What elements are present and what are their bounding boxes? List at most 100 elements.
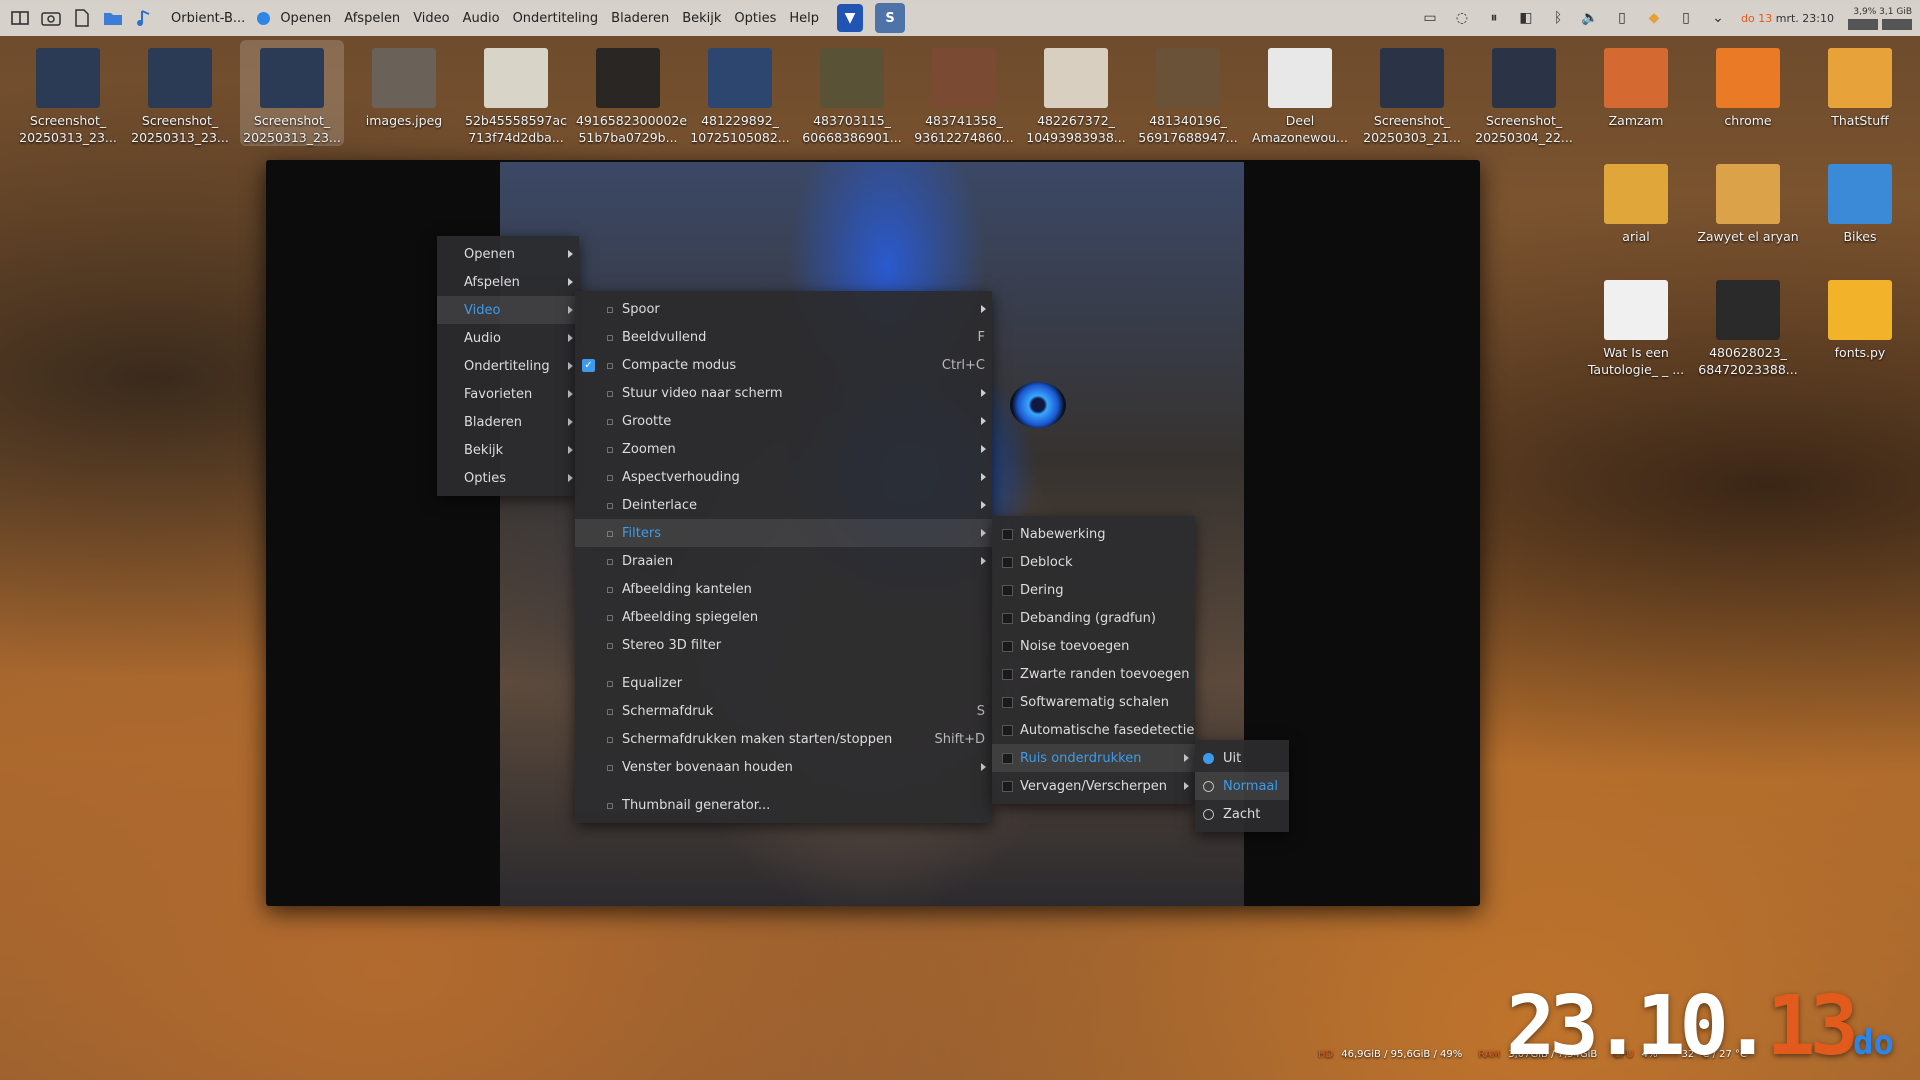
desktop-icon[interactable]: 480628023_ 68472023388... [1696, 272, 1800, 378]
menu-item[interactable]: ▫ Stuur video naar scherm [575, 379, 992, 407]
menu-item[interactable]: Video [437, 296, 579, 324]
menu-item[interactable]: ▫ Stereo 3D filter [575, 631, 992, 659]
desktop-icon[interactable]: Screenshot_ 20250313_23... [16, 40, 120, 146]
checkbox-icon[interactable] [1002, 528, 1013, 540]
desktop-icon[interactable]: Wat Is een Tautologie_ _ ... [1584, 272, 1688, 378]
global-menu-item[interactable]: Bladeren [611, 11, 669, 26]
menu-item[interactable]: Bladeren [437, 408, 579, 436]
global-menu-item[interactable]: Openen [280, 11, 331, 26]
desktop-icon[interactable]: arial [1584, 156, 1688, 245]
menu-item[interactable]: ▫ Aspectverhouding [575, 463, 992, 491]
smplayer-app-icon[interactable]: S [875, 3, 906, 33]
menu-item[interactable]: ▫ Thumbnail generator... [575, 791, 992, 819]
date-time[interactable]: do 13 mrt. 23:10 [1741, 12, 1834, 25]
volume-icon[interactable]: 🔈 [1581, 9, 1599, 27]
global-menu-item[interactable]: Afspelen [344, 11, 400, 26]
screenshot-icon[interactable] [40, 7, 62, 29]
desktop-icon[interactable]: Screenshot_ 20250313_23... [128, 40, 232, 146]
checkbox-icon[interactable] [1002, 640, 1013, 652]
menu-item[interactable]: Zwarte randen toevoegen [992, 660, 1195, 688]
menu-item[interactable]: ▫ Spoor [575, 295, 992, 323]
desktop-icon[interactable]: 483741358_ 93612274860... [912, 40, 1016, 146]
desktop-icon[interactable]: 482267372_ 10493983938... [1024, 40, 1128, 146]
desktop-icon[interactable]: chrome [1696, 40, 1800, 129]
menu-item[interactable]: Vervagen/Verscherpen [992, 772, 1195, 800]
menu-item[interactable]: Zacht [1195, 800, 1289, 828]
desktop-icon[interactable]: 52b45558597ac 713f74d2dba... [464, 40, 568, 146]
radio-icon[interactable] [1203, 808, 1214, 820]
menu-item[interactable]: ▫ Schermafdruk S [575, 697, 992, 725]
menu-item[interactable]: ▫ Afbeelding spiegelen [575, 603, 992, 631]
desktop-icon[interactable]: Screenshot_ 20250304_22... [1472, 40, 1576, 146]
desktop-icon[interactable]: 483703115_ 60668386901... [800, 40, 904, 146]
radio-icon[interactable] [1203, 780, 1214, 792]
wifi-icon[interactable]: ◆ [1645, 9, 1663, 27]
menu-item[interactable]: ▫ Deinterlace [575, 491, 992, 519]
brave-shield-icon[interactable]: ▼ [837, 4, 864, 32]
desktop-icon[interactable]: images.jpeg [352, 40, 456, 129]
checkbox-icon[interactable] [1002, 696, 1013, 708]
checkbox-icon[interactable] [1002, 556, 1013, 568]
checkbox-icon[interactable] [1002, 584, 1013, 596]
desktop-icon[interactable]: 481340196_ 56917688947... [1136, 40, 1240, 146]
menu-item[interactable]: Deblock [992, 548, 1195, 576]
menu-item[interactable]: ▫ Beeldvullend F [575, 323, 992, 351]
menu-item[interactable]: ▫ Draaien [575, 547, 992, 575]
chat-icon[interactable]: ▭ [1421, 9, 1439, 27]
menu-item[interactable]: ▫ Equalizer [575, 669, 992, 697]
desktop-icon[interactable]: 4916582300002e 51b7ba0729b... [576, 40, 687, 146]
desktop-icon[interactable]: Screenshot_ 20250313_23... [240, 40, 344, 146]
desktop-icon[interactable]: Bikes [1808, 156, 1912, 245]
document-viewer-icon[interactable] [71, 7, 93, 29]
global-menu-item[interactable]: Help [789, 11, 819, 26]
desktop-icon[interactable]: Zawyet el aryan [1696, 156, 1800, 245]
folder-icon[interactable] [102, 7, 124, 29]
menu-item[interactable]: Ruis onderdrukken [992, 744, 1195, 772]
menu-item[interactable]: Favorieten [437, 380, 579, 408]
menu-item[interactable]: ▫ Zoomen [575, 435, 992, 463]
checkbox-icon[interactable] [1002, 612, 1013, 624]
global-menu-item[interactable]: Audio [463, 11, 500, 26]
menu-item[interactable]: ▫ Venster bovenaan houden [575, 753, 992, 781]
network-icon[interactable]: ◌ [1453, 9, 1471, 27]
desktop-icon[interactable]: fonts.py [1808, 272, 1912, 361]
desktop-icon[interactable]: Zamzam [1584, 40, 1688, 129]
pause-icon[interactable]: ⏸ [1485, 9, 1503, 27]
menu-item[interactable]: Ondertiteling [437, 352, 579, 380]
desktop-icon[interactable]: Screenshot_ 20250303_21... [1360, 40, 1464, 146]
checkbox-icon[interactable] [1002, 752, 1013, 764]
checkbox-icon[interactable] [1002, 724, 1013, 736]
desktop-icon[interactable]: Deel Amazonewou... [1248, 40, 1352, 146]
menu-item[interactable]: ▫ Schermafdrukken maken starten/stoppen Sh… [575, 725, 992, 753]
menu-item[interactable]: Afspelen [437, 268, 579, 296]
menu-item[interactable]: Nabewerking [992, 520, 1195, 548]
menu-item[interactable]: ▫ Afbeelding kantelen [575, 575, 992, 603]
battery-icon[interactable]: ▯ [1677, 9, 1695, 27]
menu-item[interactable]: ✓ ▫ Compacte modus Ctrl+C [575, 351, 992, 379]
menu-item[interactable]: Softwarematig schalen [992, 688, 1195, 716]
menu-item[interactable]: Normaal [1195, 772, 1289, 800]
menu-item[interactable]: Uit [1195, 744, 1289, 772]
global-menu-item[interactable]: Video [413, 11, 449, 26]
global-menu-item[interactable]: Bekijk [682, 11, 721, 26]
menu-item[interactable]: ▫ Filters [575, 519, 992, 547]
menu-item[interactable]: Opties [437, 464, 579, 492]
checkbox-icon[interactable] [1002, 668, 1013, 680]
menu-item[interactable]: Openen [437, 240, 579, 268]
menu-item[interactable]: Audio [437, 324, 579, 352]
menu-item[interactable]: Debanding (gradfun) [992, 604, 1195, 632]
menu-item[interactable]: ▫ Grootte [575, 407, 992, 435]
desktop-icon[interactable]: ThatStuff [1808, 40, 1912, 129]
pip-icon[interactable]: ◧ [1517, 9, 1535, 27]
check-icon[interactable]: ✓ [582, 358, 595, 372]
app-launcher-icon[interactable] [9, 7, 31, 29]
menu-item[interactable]: Noise toevoegen [992, 632, 1195, 660]
checkbox-icon[interactable] [1002, 780, 1013, 792]
music-note-icon[interactable] [133, 7, 155, 29]
chevron-down-icon[interactable]: ⌄ [1709, 9, 1727, 27]
menu-item[interactable]: Bekijk [437, 436, 579, 464]
menu-item[interactable]: Dering [992, 576, 1195, 604]
bluetooth-icon[interactable]: ᛒ [1549, 9, 1567, 27]
radio-icon[interactable] [1203, 752, 1214, 764]
phone-icon[interactable]: ▯ [1613, 9, 1631, 27]
